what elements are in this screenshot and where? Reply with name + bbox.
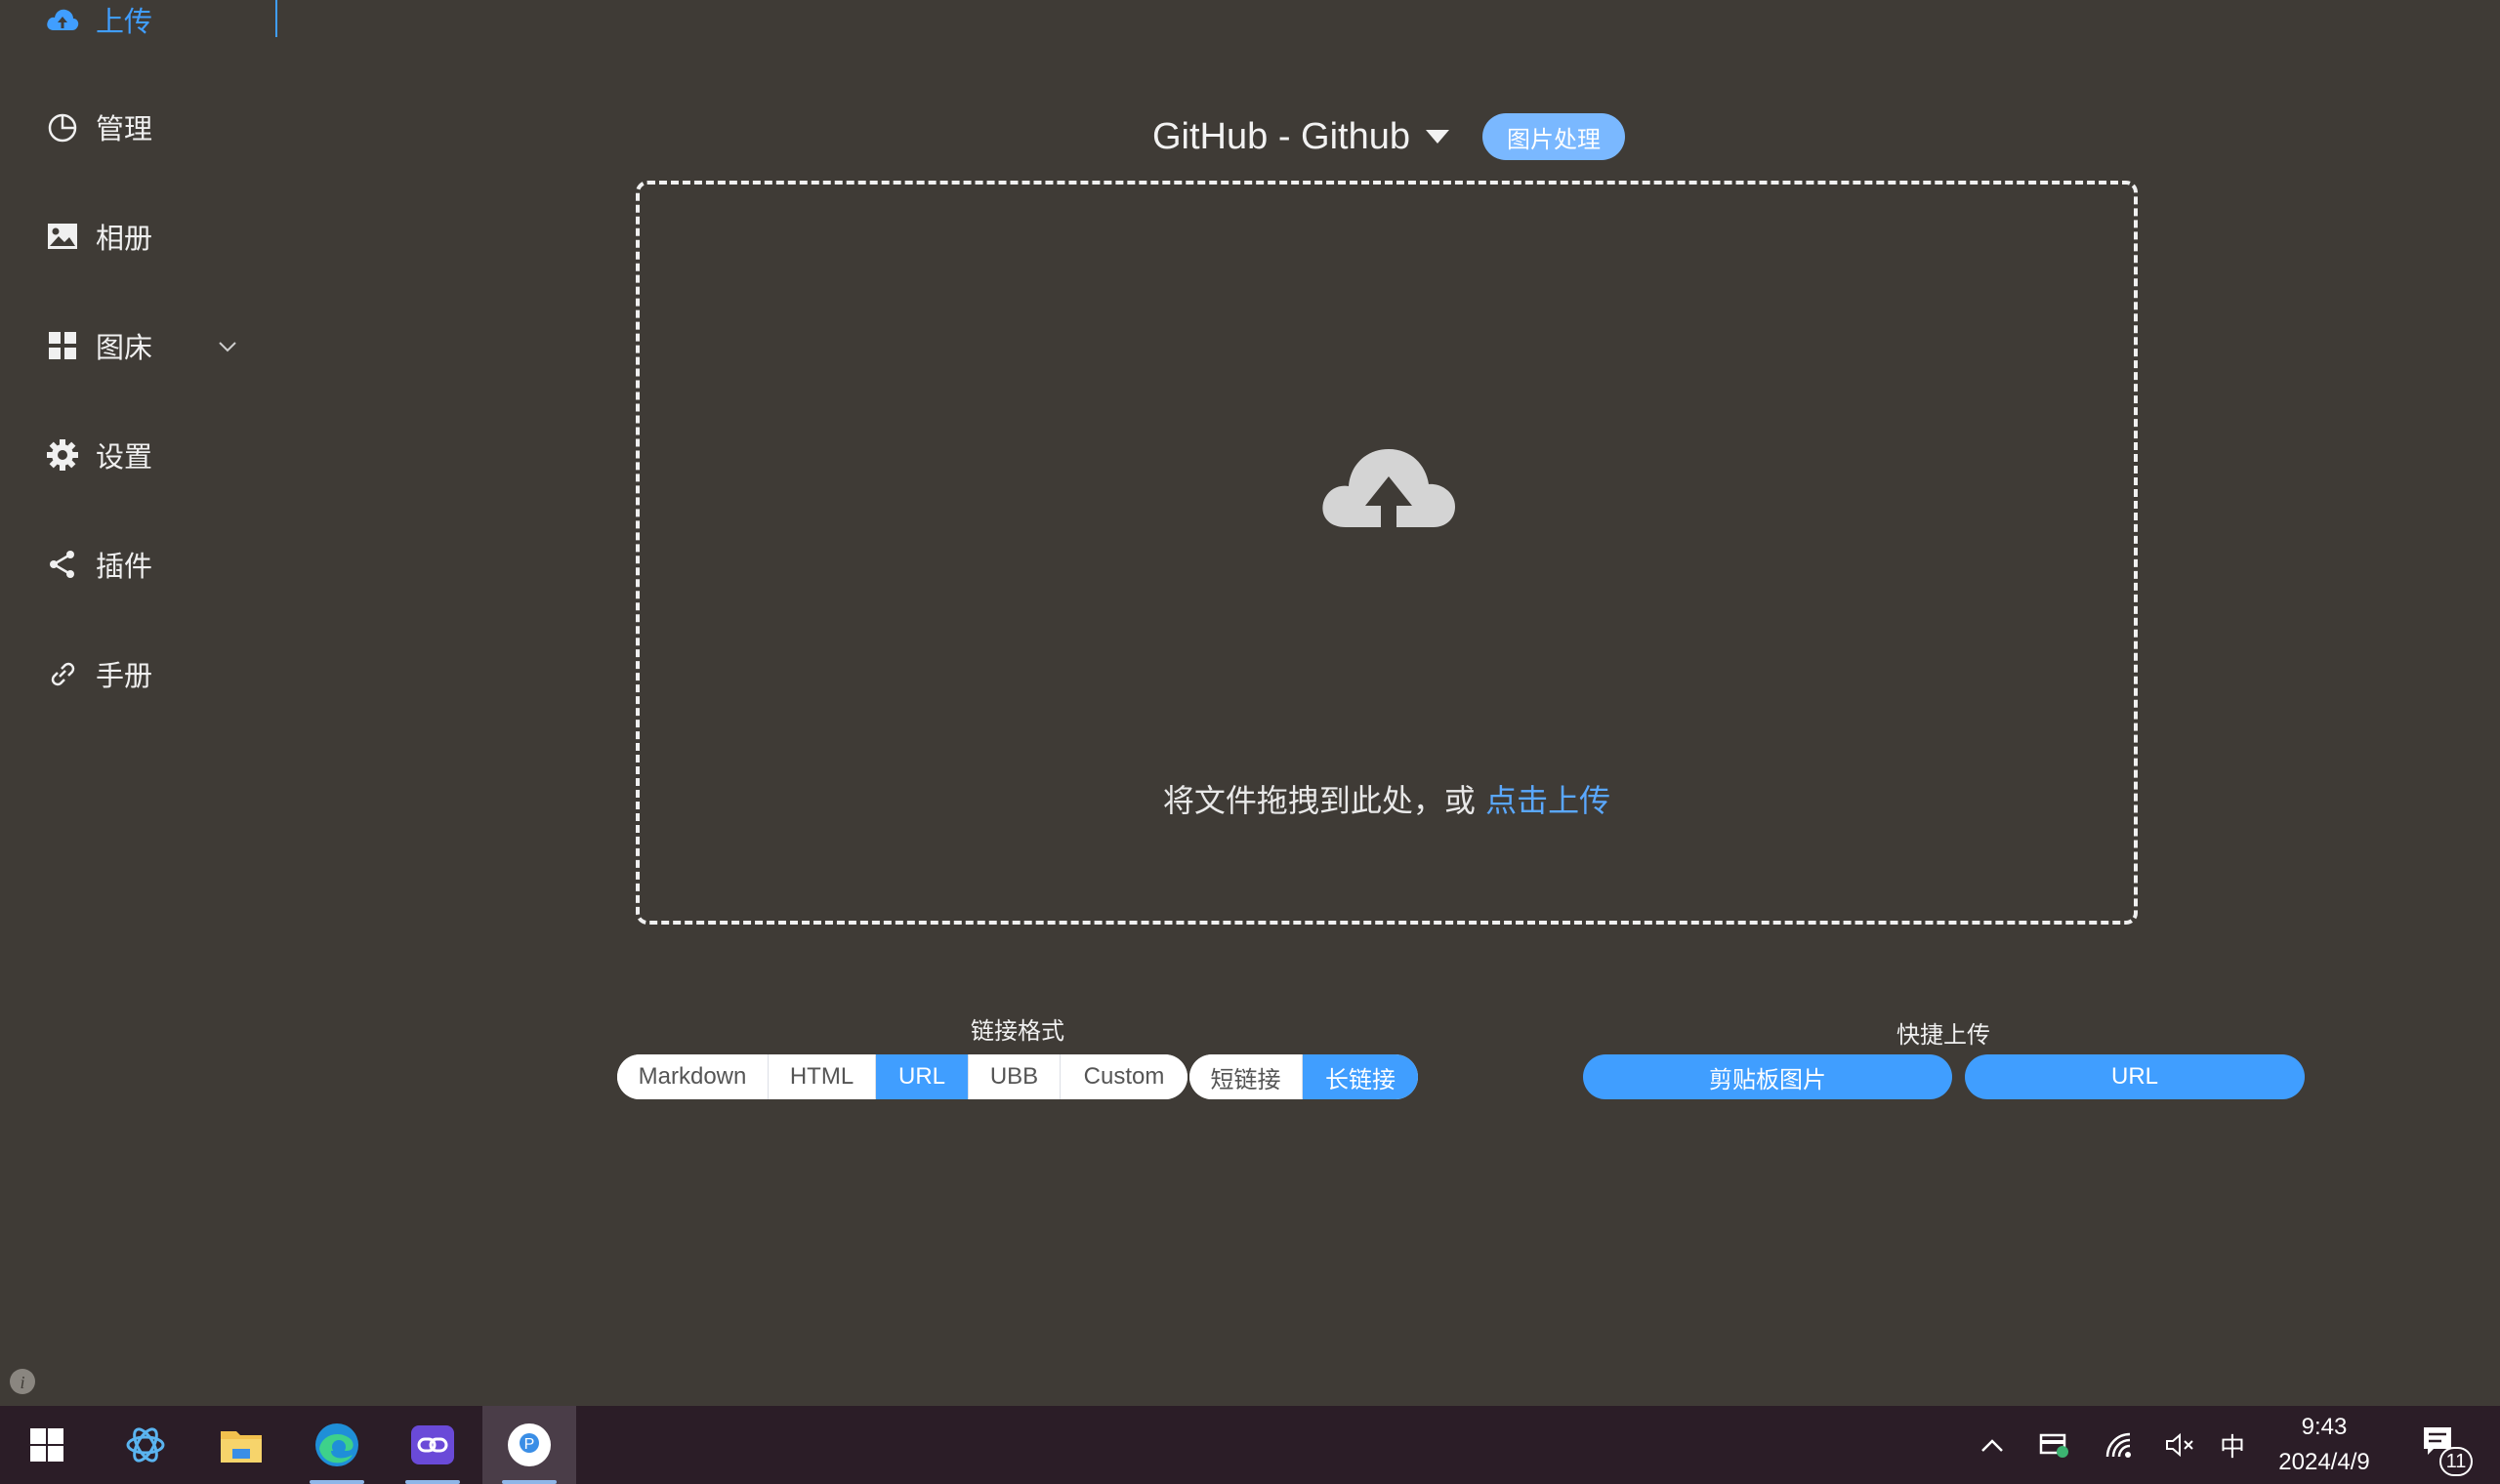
sidebar-item-settings[interactable]: 设置 (45, 428, 152, 482)
picbed-title: GitHub - Github (1152, 115, 1410, 157)
caret-down-icon (1426, 130, 1449, 144)
sidebar-item-label: 管理 (96, 112, 153, 145)
windows-start-icon (30, 1428, 63, 1462)
wifi-icon (2105, 1432, 2131, 1458)
taskbar-edge[interactable] (290, 1406, 384, 1484)
link-icon (45, 656, 80, 691)
notification-center-button[interactable]: 11 (2412, 1406, 2475, 1484)
url-upload-button[interactable]: URL (1965, 1054, 2305, 1099)
sidebar-item-plugins[interactable]: 插件 (45, 537, 152, 592)
short-link-option[interactable]: 短链接 (1189, 1054, 1303, 1099)
format-option-custom[interactable]: Custom (1061, 1054, 1188, 1099)
dropzone-text: 将文件拖拽到此处，或 (1162, 782, 1486, 819)
sidebar-item-label: 图床 (96, 331, 153, 364)
chevron-up-icon (1981, 1439, 2003, 1452)
taskbar-file-explorer[interactable] (194, 1406, 288, 1484)
sidebar-item-upload[interactable]: 上传 (45, 0, 152, 47)
security-tray-icon (2039, 1433, 2068, 1458)
info-icon[interactable]: i (9, 1368, 36, 1395)
link-length-group: 短链接 长链接 (1189, 1054, 1418, 1099)
link-format-group: Markdown HTML URL UBB Custom (617, 1054, 1188, 1099)
sidebar-item-album[interactable]: 相册 (45, 209, 152, 264)
chatgpt-icon (126, 1427, 165, 1463)
tray-network[interactable] (2100, 1406, 2139, 1484)
sidebar-item-label: 设置 (96, 440, 153, 474)
dropzone-hint: 将文件拖拽到此处，或 点击上传 (636, 776, 2138, 821)
grid-icon (45, 328, 80, 363)
image-process-button[interactable]: 图片处理 (1482, 113, 1625, 160)
volume-muted-icon (2166, 1432, 2193, 1458)
picbed-selector[interactable]: GitHub - Github (1152, 109, 1449, 164)
sidebar-divider (275, 0, 277, 37)
format-option-html[interactable]: HTML (769, 1054, 876, 1099)
sidebar-item-label: 手册 (96, 659, 153, 692)
running-indicator (310, 1480, 364, 1484)
svg-text:P: P (524, 1436, 535, 1453)
taskbar-link-app[interactable] (386, 1406, 479, 1484)
taskbar-clock[interactable]: 9:43 2024/4/9 (2256, 1410, 2393, 1480)
sidebar-item-label: 相册 (96, 222, 153, 255)
cloud-upload-icon (45, 2, 80, 37)
gear-icon (45, 437, 80, 473)
svg-text:i: i (20, 1373, 24, 1392)
format-option-ubb[interactable]: UBB (969, 1054, 1061, 1099)
show-hidden-icons-button[interactable] (1973, 1406, 2012, 1484)
tray-security[interactable] (2035, 1406, 2074, 1484)
format-option-url[interactable]: URL (876, 1054, 969, 1099)
taskbar: P 中 11 (0, 1406, 2500, 1484)
edge-icon (315, 1423, 358, 1466)
taskbar-chatgpt[interactable] (99, 1406, 192, 1484)
ime-indicator[interactable]: 中 (2213, 1406, 2252, 1484)
clock-time: 9:43 (2301, 1414, 2348, 1440)
link-app-icon (411, 1425, 454, 1464)
chevron-down-icon[interactable] (213, 332, 242, 361)
file-explorer-icon (221, 1431, 262, 1463)
sidebar: 上传 管理 相册 图床 设置 插件 手册 i (0, 0, 277, 1406)
sidebar-item-manage[interactable]: 管理 (45, 100, 152, 154)
cloud-upload-icon (1322, 449, 1455, 533)
clipboard-upload-button[interactable]: 剪贴板图片 (1583, 1054, 1952, 1099)
quick-upload-label: 快捷上传 (1896, 1021, 1990, 1049)
picture-icon (45, 219, 80, 254)
picgo-icon: P (508, 1423, 551, 1466)
tray-volume[interactable] (2160, 1406, 2199, 1484)
clock-date: 2024/4/9 (2278, 1449, 2370, 1475)
click-upload-link[interactable]: 点击上传 (1485, 782, 1610, 819)
running-indicator (502, 1480, 557, 1484)
sidebar-item-label: 插件 (96, 550, 153, 583)
share-icon (45, 547, 80, 582)
pie-chart-icon (45, 109, 80, 144)
sidebar-item-manual[interactable]: 手册 (45, 646, 152, 701)
sidebar-item-label: 上传 (96, 5, 153, 38)
link-format-label: 链接格式 (971, 1017, 1064, 1045)
taskbar-picgo[interactable]: P (482, 1406, 576, 1484)
running-indicator (405, 1480, 460, 1484)
notification-count-badge: 11 (2439, 1447, 2473, 1476)
sidebar-item-picbed[interactable]: 图床 (45, 318, 152, 373)
start-button[interactable] (0, 1406, 94, 1484)
format-option-markdown[interactable]: Markdown (617, 1054, 769, 1099)
long-link-option[interactable]: 长链接 (1303, 1054, 1418, 1099)
